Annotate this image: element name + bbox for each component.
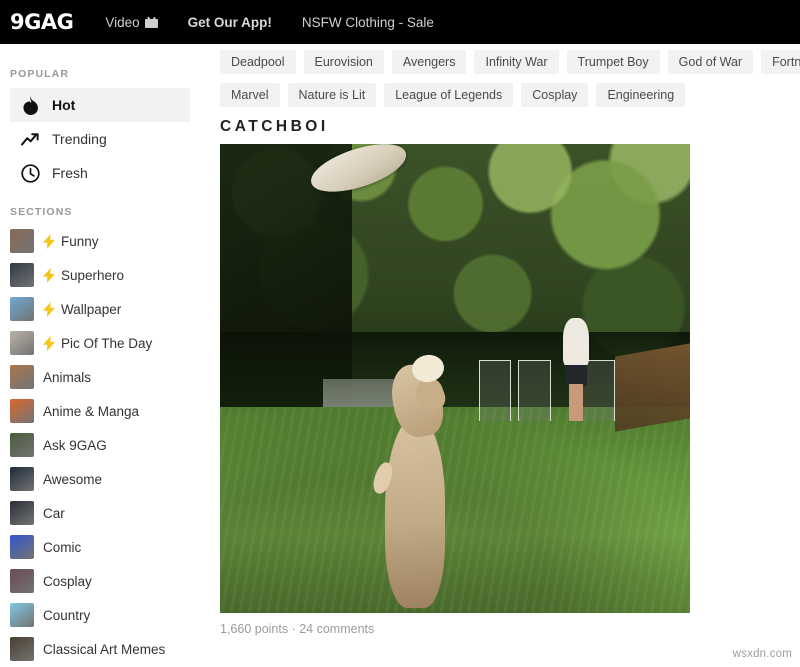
section-label: Awesome [43,471,103,487]
clock-icon [20,163,40,183]
section-thumbnail [10,297,34,321]
tag-pill[interactable]: Cosplay [521,83,589,107]
sidebar-heading-popular: POPULAR [10,68,70,80]
nav-video-label: Video [105,14,140,30]
section-thumbnail [10,637,34,661]
section-thumbnail [10,399,34,423]
section-label: Ask 9GAG [43,437,107,453]
sidebar-item-fresh-label: Fresh [52,165,88,181]
tv-icon [144,16,158,28]
section-thumbnail [10,467,34,491]
sidebar-sections-list: Funny Superhero Wallpaper Pic Of The Day Ani… [0,224,210,666]
sidebar-item-fresh[interactable]: Fresh [10,156,190,190]
section-label: Cosplay [43,573,92,589]
sidebar-item-wallpaper[interactable]: Wallpaper [0,292,210,326]
lawn [220,406,690,613]
sidebar-item-awesome[interactable]: Awesome [0,462,210,496]
section-thumbnail [10,603,34,627]
section-label: Comic [43,539,82,555]
sidebar-item-country[interactable]: Country [0,598,210,632]
sidebar-item-trending[interactable]: Trending [10,122,190,156]
section-label: Wallpaper [61,301,122,317]
section-thumbnail [10,569,34,593]
sidebar-item-comic[interactable]: Comic [0,530,210,564]
lightning-bolt-icon [43,301,56,317]
section-thumbnail [10,263,34,287]
tag-pill[interactable]: Eurovision [303,50,384,74]
watermark: wsxdn.com [732,648,792,660]
flame-icon [20,95,40,115]
sidebar-item-cosplay[interactable]: Cosplay [0,564,210,598]
tag-pill[interactable]: God of War [667,50,754,74]
sidebar-item-hot-label: Hot [52,97,76,113]
post-meta: 1,660 points · 24 comments [220,622,375,636]
lightning-bolt-icon [43,267,56,283]
trending-arrow-icon [20,129,40,149]
sidebar: POPULAR Hot Trending Fresh SECTIONS Funn… [0,44,210,667]
hammock [614,343,690,433]
nav-nsfw-label: NSFW Clothing - Sale [301,14,434,30]
section-thumbnail [10,229,34,253]
section-label: Country [43,607,91,623]
sidebar-item-animals[interactable]: Animals [0,360,210,394]
tag-pill[interactable]: Nature is Lit [287,83,377,107]
section-label: Anime & Manga [43,403,140,419]
tag-pill[interactable]: Fortnite [761,50,800,74]
lightning-bolt-icon [43,233,56,249]
tag-row-1: Deadpool Eurovision Avengers Infinity War Tr… [220,50,800,74]
nav-item-video[interactable]: Video [105,14,158,30]
sidebar-item-classical-art-memes[interactable]: Classical Art Memes [0,632,210,666]
tag-pill[interactable]: Infinity War [474,50,559,74]
top-header: 9GAG Video Get Our App! NSFW Clothing - … [0,0,800,44]
tag-bar: Deadpool Eurovision Avengers Infinity War Tr… [210,44,800,107]
sidebar-heading-sections: SECTIONS [10,206,73,218]
section-thumbnail [10,535,34,559]
person-standing [563,317,589,421]
nav-app-label: Get Our App! [187,14,272,30]
section-label: Classical Art Memes [43,641,166,657]
section-thumbnail [10,331,34,355]
sidebar-item-anime-manga[interactable]: Anime & Manga [0,394,210,428]
sidebar-item-hot[interactable]: Hot [10,88,190,122]
post-title: CATCHBOI [220,118,329,135]
sidebar-item-pic-of-the-day[interactable]: Pic Of The Day [0,326,210,360]
tag-row-2: Marvel Nature is Lit League of Legends Cosp… [220,83,800,107]
section-label: Funny [61,233,99,249]
nav-item-get-our-app[interactable]: Get Our App! [188,15,272,30]
post-media-image[interactable] [220,144,690,613]
section-label: Animals [43,369,92,385]
section-label: Superhero [61,267,125,283]
tag-pill[interactable]: League of Legends [384,83,514,107]
main-content: Deadpool Eurovision Avengers Infinity War Tr… [210,44,800,667]
site-logo[interactable]: 9GAG [10,10,74,34]
lawn-chair [518,359,552,421]
tag-pill[interactable]: Engineering [596,83,686,107]
tag-pill[interactable]: Avengers [391,50,467,74]
section-thumbnail [10,365,34,389]
sidebar-item-ask-9gag[interactable]: Ask 9GAG [0,428,210,462]
section-thumbnail [10,501,34,525]
section-label: Pic Of The Day [61,335,153,351]
sidebar-item-trending-label: Trending [52,131,107,147]
lightning-bolt-icon [43,335,56,351]
sidebar-item-superhero[interactable]: Superhero [0,258,210,292]
tag-pill[interactable]: Deadpool [220,50,296,74]
section-label: Car [43,505,65,521]
dog-jumping [370,352,455,609]
lawn-chair [478,359,512,421]
section-thumbnail [10,433,34,457]
tag-pill[interactable]: Trumpet Boy [566,50,660,74]
sidebar-item-funny[interactable]: Funny [0,224,210,258]
sidebar-item-car[interactable]: Car [0,496,210,530]
tag-pill[interactable]: Marvel [220,83,280,107]
nav-item-nsfw-clothing[interactable]: NSFW Clothing - Sale [302,15,434,30]
